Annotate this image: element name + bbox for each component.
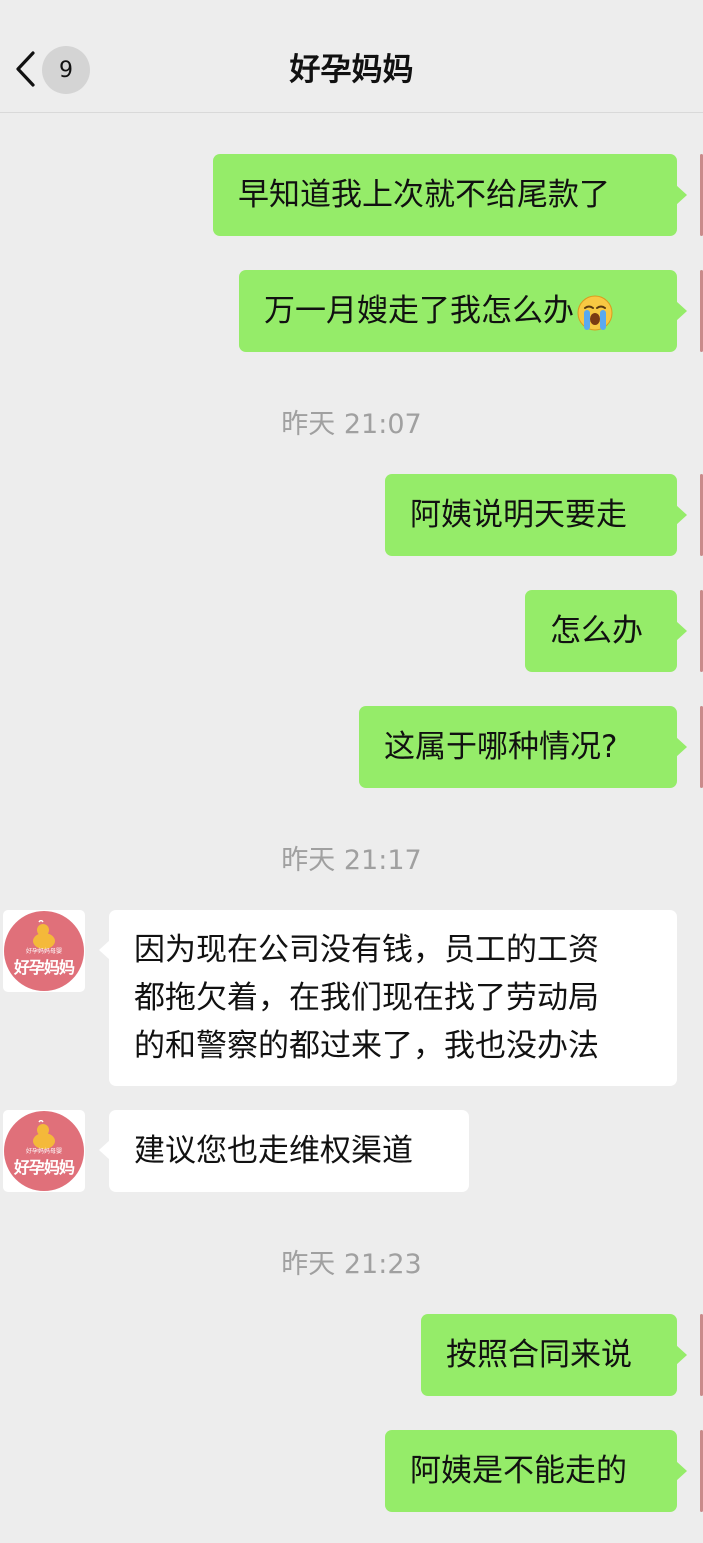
loudly-crying-face-icon [577, 295, 613, 330]
navigation-bar: 9 好孕妈妈 [0, 0, 703, 113]
outgoing-message[interactable]: 阿姨说明天要走 [385, 474, 687, 556]
chat-title: 好孕妈妈 [289, 52, 414, 88]
outgoing-message[interactable]: 早知道我上次就不给尾款了 [213, 154, 687, 236]
avatar-logo-text: 好孕妈妈 [13, 1158, 75, 1177]
message-line: 都拖欠着，在我们现在找了劳动局 [134, 980, 599, 1016]
incoming-message[interactable]: 因为现在公司没有钱，员工的工资 都拖欠着，在我们现在找了劳动局 的和警察的都过来… [99, 910, 677, 1086]
outgoing-message[interactable]: 万一月嫂走了我怎么办 [239, 270, 687, 352]
message-text: 万一月嫂走了我怎么办 [264, 293, 574, 329]
outgoing-message[interactable]: 怎么办 [525, 590, 687, 672]
contact-avatar[interactable]: 好孕妈妈母婴 好孕妈妈 [3, 1110, 85, 1192]
timestamp: 昨天 21:17 [281, 845, 422, 876]
avatar-logo-text: 好孕妈妈 [13, 958, 75, 977]
message-line: 因为现在公司没有钱，员工的工资 [134, 932, 599, 968]
timestamp: 昨天 21:23 [281, 1249, 422, 1280]
outgoing-message[interactable]: 阿姨是不能走的 [385, 1430, 687, 1512]
timestamp: 昨天 21:07 [281, 409, 422, 440]
message-line: 的和警察的都过来了，我也没办法 [134, 1028, 599, 1064]
incoming-message[interactable]: 建议您也走维权渠道 [99, 1110, 469, 1192]
outgoing-message[interactable]: 按照合同来说 [421, 1314, 687, 1396]
contact-avatar[interactable]: 好孕妈妈母婴 好孕妈妈 [3, 910, 85, 992]
outgoing-message[interactable]: 这属于哪种情况? [359, 706, 687, 788]
